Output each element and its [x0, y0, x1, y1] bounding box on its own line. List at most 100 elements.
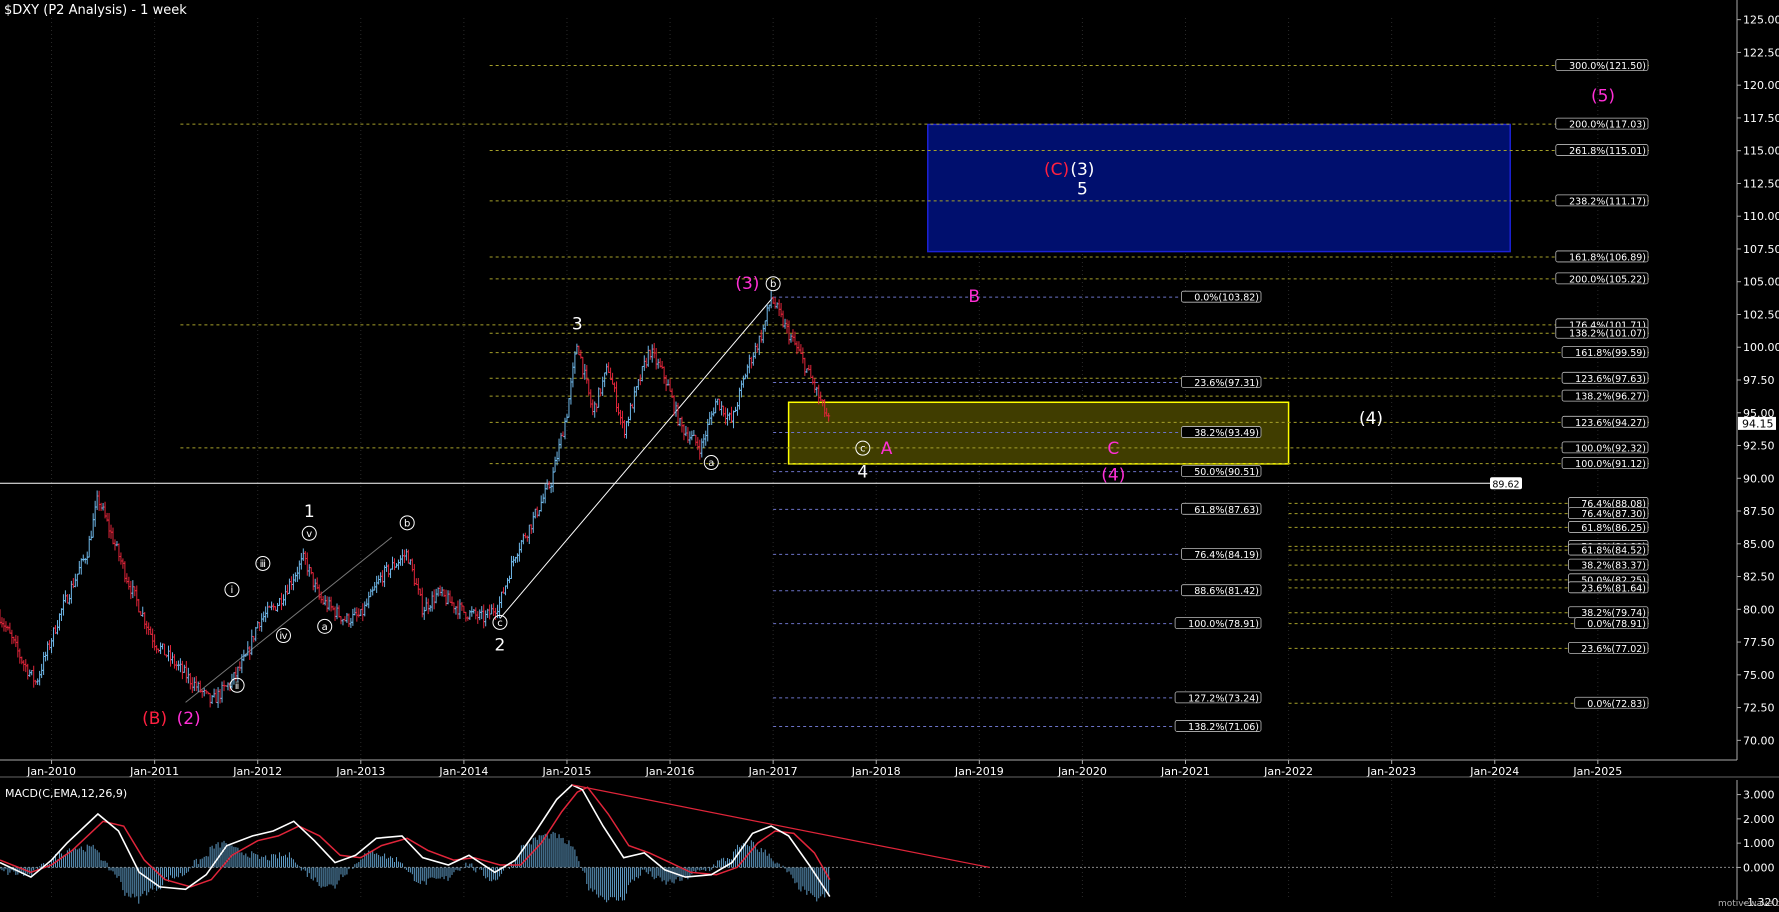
fib-label: 300.0%(121.50) — [1569, 61, 1646, 72]
macd-tick-label: 0.000 — [1743, 861, 1775, 874]
price-tick-label: 70.00 — [1743, 734, 1775, 747]
fib-label: 61.8%(84.52) — [1581, 546, 1646, 557]
fib-label: 61.8%(87.63) — [1194, 505, 1259, 516]
time-tick-label: Jan-2012 — [232, 765, 282, 778]
wave-label: B — [968, 287, 980, 307]
time-tick-label: Jan-2014 — [438, 765, 488, 778]
macd-label: MACD(C,EMA,12,26,9) — [5, 787, 128, 800]
price-tick-label: 120.00 — [1743, 79, 1779, 92]
fib-label: 23.6%(77.02) — [1581, 644, 1646, 655]
fib-label: 38.2%(83.37) — [1581, 561, 1646, 572]
time-tick-label: Jan-2016 — [645, 765, 695, 778]
fib-label: 50.0%(90.51) — [1194, 467, 1259, 478]
price-tick-label: 105.00 — [1743, 276, 1779, 289]
price-tick-label: 100.00 — [1743, 341, 1779, 354]
current-price-label: 94.15 — [1742, 417, 1774, 430]
wave-label: (5) — [1591, 87, 1615, 107]
wave-label: 1 — [304, 502, 315, 522]
price-tick-label: 75.00 — [1743, 669, 1775, 682]
price-tick-label: 107.50 — [1743, 243, 1779, 256]
wave-label: b — [404, 518, 410, 529]
target-box — [927, 123, 1511, 253]
fib-label: 200.0%(117.03) — [1569, 120, 1646, 131]
wave-label: ⅲ — [260, 559, 266, 570]
fib-label: 0.0%(103.82) — [1194, 293, 1259, 304]
time-tick-label: Jan-2018 — [851, 765, 901, 778]
price-tick-label: 125.00 — [1743, 14, 1779, 27]
fib-label: 123.6%(97.63) — [1575, 374, 1646, 385]
price-axis: 125.00 122.50 120.00 117.50 115.00 112.50 110.… — [1736, 0, 1779, 760]
time-tick-label: Jan-2019 — [954, 765, 1004, 778]
time-tick-label: Jan-2020 — [1057, 765, 1107, 778]
wave-label: (3) — [735, 274, 759, 294]
fib-label: 200.0%(105.22) — [1569, 274, 1646, 285]
time-tick-label: Jan-2024 — [1469, 765, 1519, 778]
chart-title: $DXY (P2 Analysis) - 1 week — [4, 3, 187, 18]
price-tick-label: 80.00 — [1743, 603, 1775, 616]
fib-label: 61.8%(86.25) — [1581, 523, 1646, 534]
fib-label: 100.0%(91.12) — [1575, 459, 1646, 470]
fib-label: 88.6%(81.42) — [1194, 586, 1259, 597]
wave-label: 2 — [495, 636, 506, 656]
wave-label: (4) — [1101, 465, 1125, 485]
price-tick-label: 90.00 — [1743, 472, 1775, 485]
fib-label: 76.4%(84.19) — [1194, 550, 1259, 561]
fib-label: 100.0%(92.32) — [1575, 443, 1646, 454]
price-tick-label: 92.50 — [1743, 440, 1775, 453]
wave-label: (4) — [1359, 409, 1383, 429]
fib-label: 123.6%(94.27) — [1575, 418, 1646, 429]
price-tick-label: 72.50 — [1743, 702, 1775, 715]
time-tick-label: Jan-2015 — [542, 765, 592, 778]
price-tick-label: 102.50 — [1743, 308, 1779, 321]
fib-label: 238.2%(111.17) — [1569, 196, 1646, 207]
wave-label: ⅳ — [279, 631, 287, 642]
fib-label: 100.0%(78.91) — [1188, 619, 1259, 630]
wave-label: b — [770, 279, 776, 290]
macd-tick-label: 3.000 — [1743, 789, 1775, 802]
time-tick-label: Jan-2017 — [748, 765, 798, 778]
wave-label: v — [306, 529, 312, 540]
time-tick-label: Jan-2025 — [1572, 765, 1622, 778]
price-tick-label: 77.50 — [1743, 636, 1775, 649]
price-tick-label: 85.00 — [1743, 538, 1775, 551]
fib-label: 0.0%(72.83) — [1587, 699, 1646, 710]
wave-label: a — [322, 622, 328, 633]
time-tick-label: Jan-2010 — [26, 765, 76, 778]
price-tick-label: 112.50 — [1743, 177, 1779, 190]
fib-label: 23.6%(81.64) — [1581, 583, 1646, 594]
fib-label: 38.2%(93.49) — [1194, 428, 1259, 439]
chart: 300.0%(121.50) 200.0%(117.03) 261.8%(115.0… — [0, 0, 1779, 912]
price-tick-label: 122.50 — [1743, 46, 1779, 59]
price-tick-label: 87.50 — [1743, 505, 1775, 518]
fib-label: 127.2%(73.24) — [1188, 693, 1259, 704]
fib-label: 76.4%(87.30) — [1581, 509, 1646, 520]
watermark: motivewave.com — [1718, 899, 1779, 909]
fib-label: 161.8%(106.89) — [1569, 252, 1646, 263]
wave-label: c — [860, 444, 866, 455]
time-tick-label: Jan-2021 — [1160, 765, 1210, 778]
time-tick-label: Jan-2013 — [335, 765, 385, 778]
time-tick-label: Jan-2022 — [1263, 765, 1313, 778]
time-tick-label: Jan-2011 — [129, 765, 179, 778]
price-tick-label: 110.00 — [1743, 210, 1779, 223]
wave-label: (2) — [177, 709, 201, 729]
wave-label: A — [881, 439, 893, 459]
wave-label: ⅰ — [231, 585, 234, 596]
wave-label: c — [497, 618, 503, 629]
wave-label: 4 — [857, 463, 868, 483]
support-line-label: 89.62 — [1492, 479, 1519, 490]
fib-label: 138.2%(96.27) — [1575, 392, 1646, 403]
wave-label: (C) — [1044, 160, 1069, 180]
time-tick-label: Jan-2023 — [1366, 765, 1416, 778]
macd-tick-label: 1.000 — [1743, 837, 1775, 850]
fib-label: 138.2%(71.06) — [1188, 722, 1259, 733]
fib-label: 0.0%(78.91) — [1587, 619, 1646, 630]
fib-label: 138.2%(101.07) — [1569, 329, 1646, 340]
wave-label: 3 — [572, 315, 583, 335]
wave-label: C — [1107, 439, 1119, 459]
macd-tick-label: 2.000 — [1743, 813, 1775, 826]
price-tick-label: 117.50 — [1743, 112, 1779, 125]
wave-label: 5 — [1077, 180, 1088, 200]
wave-label: (3) — [1070, 160, 1094, 180]
fib-label: 161.8%(99.59) — [1575, 348, 1646, 359]
